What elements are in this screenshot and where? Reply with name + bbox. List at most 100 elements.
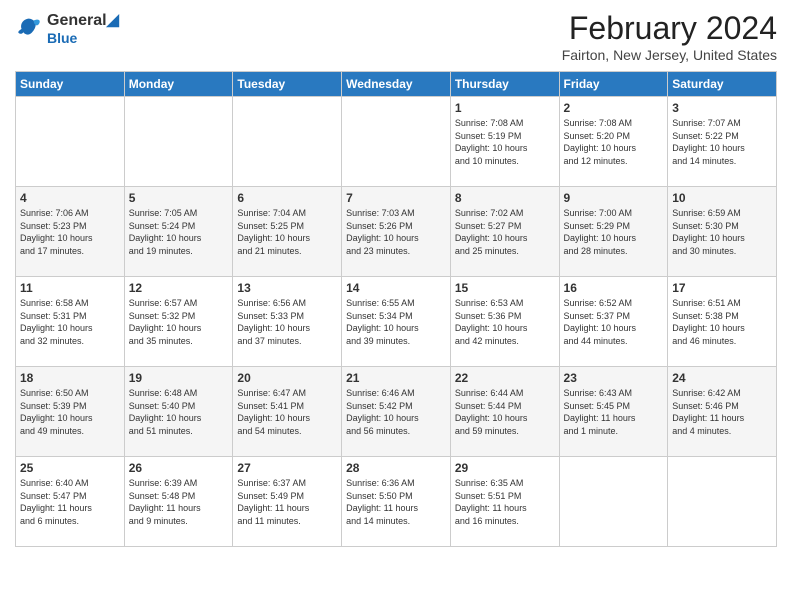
logo-text: General◢ Blue [47,10,119,46]
day-info: Sunrise: 7:03 AM Sunset: 5:26 PM Dayligh… [346,207,446,257]
day-number: 19 [129,371,229,385]
day-number: 1 [455,101,555,115]
calendar-cell: 11 Sunrise: 6:58 AM Sunset: 5:31 PM Dayli… [16,277,125,367]
day-info: Sunrise: 6:46 AM Sunset: 5:42 PM Dayligh… [346,387,446,437]
calendar-cell: 29Sunrise: 6:35 AM Sunset: 5:51 PM Dayli… [450,457,559,547]
day-number: 12 [129,281,229,295]
day-number: 28 [346,461,446,475]
calendar-cell: 2 Sunrise: 7:08 AM Sunset: 5:20 PM Daylig… [559,97,668,187]
calendar-cell: 17 Sunrise: 6:51 AM Sunset: 5:38 PM Dayli… [668,277,777,367]
month-title: February 2024 [562,10,777,47]
calendar-cell: 15 Sunrise: 6:53 AM Sunset: 5:36 PM Dayli… [450,277,559,367]
week-row-4: 18 Sunrise: 6:50 AM Sunset: 5:39 PM Dayli… [16,367,777,457]
day-number: 21 [346,371,446,385]
calendar-cell [342,97,451,187]
calendar-cell: 7 Sunrise: 7:03 AM Sunset: 5:26 PM Daylig… [342,187,451,277]
day-header-wednesday: Wednesday [342,72,451,97]
calendar-cell: 18 Sunrise: 6:50 AM Sunset: 5:39 PM Dayli… [16,367,125,457]
day-number: 10 [672,191,772,205]
calendar-cell: 21 Sunrise: 6:46 AM Sunset: 5:42 PM Dayli… [342,367,451,457]
day-header-monday: Monday [124,72,233,97]
day-number: 3 [672,101,772,115]
calendar-cell [559,457,668,547]
day-info: Sunrise: 6:43 AM Sunset: 5:45 PM Dayligh… [564,387,664,437]
day-info: Sunrise: 6:58 AM Sunset: 5:31 PM Dayligh… [20,297,120,347]
day-number: 23 [564,371,664,385]
calendar-cell [16,97,125,187]
day-info: Sunrise: 7:08 AM Sunset: 5:19 PM Dayligh… [455,117,555,167]
day-info: Sunrise: 6:36 AM Sunset: 5:50 PM Dayligh… [346,477,446,527]
day-number: 5 [129,191,229,205]
page-header: General◢ Blue February 2024 Fairton, New… [15,10,777,63]
day-info: Sunrise: 7:06 AM Sunset: 5:23 PM Dayligh… [20,207,120,257]
calendar-cell: 5Sunrise: 7:05 AM Sunset: 5:24 PM Daylig… [124,187,233,277]
calendar-cell: 24 Sunrise: 6:42 AM Sunset: 5:46 PM Dayli… [668,367,777,457]
calendar-cell: 9 Sunrise: 7:00 AM Sunset: 5:29 PM Daylig… [559,187,668,277]
calendar-cell: 10Sunrise: 6:59 AM Sunset: 5:30 PM Dayli… [668,187,777,277]
day-info: Sunrise: 6:52 AM Sunset: 5:37 PM Dayligh… [564,297,664,347]
calendar-cell: 22 Sunrise: 6:44 AM Sunset: 5:44 PM Dayli… [450,367,559,457]
day-info: Sunrise: 6:39 AM Sunset: 5:48 PM Dayligh… [129,477,229,527]
calendar-cell: 19 Sunrise: 6:48 AM Sunset: 5:40 PM Dayli… [124,367,233,457]
day-header-thursday: Thursday [450,72,559,97]
day-number: 15 [455,281,555,295]
day-info: Sunrise: 7:02 AM Sunset: 5:27 PM Dayligh… [455,207,555,257]
day-info: Sunrise: 6:42 AM Sunset: 5:46 PM Dayligh… [672,387,772,437]
calendar-cell: 26 Sunrise: 6:39 AM Sunset: 5:48 PM Dayli… [124,457,233,547]
calendar-cell: 4Sunrise: 7:06 AM Sunset: 5:23 PM Daylig… [16,187,125,277]
day-info: Sunrise: 6:51 AM Sunset: 5:38 PM Dayligh… [672,297,772,347]
day-number: 11 [20,281,120,295]
week-row-2: 4Sunrise: 7:06 AM Sunset: 5:23 PM Daylig… [16,187,777,277]
day-number: 13 [237,281,337,295]
day-info: Sunrise: 6:35 AM Sunset: 5:51 PM Dayligh… [455,477,555,527]
calendar-cell: 16Sunrise: 6:52 AM Sunset: 5:37 PM Dayli… [559,277,668,367]
week-row-5: 25 Sunrise: 6:40 AM Sunset: 5:47 PM Dayli… [16,457,777,547]
calendar-cell: 25 Sunrise: 6:40 AM Sunset: 5:47 PM Dayli… [16,457,125,547]
calendar-cell: 3 Sunrise: 7:07 AM Sunset: 5:22 PM Daylig… [668,97,777,187]
day-number: 17 [672,281,772,295]
day-info: Sunrise: 7:04 AM Sunset: 5:25 PM Dayligh… [237,207,337,257]
day-info: Sunrise: 6:48 AM Sunset: 5:40 PM Dayligh… [129,387,229,437]
day-info: Sunrise: 6:57 AM Sunset: 5:32 PM Dayligh… [129,297,229,347]
day-info: Sunrise: 6:56 AM Sunset: 5:33 PM Dayligh… [237,297,337,347]
calendar-cell: 28 Sunrise: 6:36 AM Sunset: 5:50 PM Dayli… [342,457,451,547]
day-number: 18 [20,371,120,385]
location-subtitle: Fairton, New Jersey, United States [562,47,777,63]
day-number: 24 [672,371,772,385]
calendar-cell: 12 Sunrise: 6:57 AM Sunset: 5:32 PM Dayli… [124,277,233,367]
day-header-friday: Friday [559,72,668,97]
day-info: Sunrise: 6:47 AM Sunset: 5:41 PM Dayligh… [237,387,337,437]
logo-icon [15,14,43,42]
day-number: 26 [129,461,229,475]
day-info: Sunrise: 6:53 AM Sunset: 5:36 PM Dayligh… [455,297,555,347]
day-number: 2 [564,101,664,115]
title-area: February 2024 Fairton, New Jersey, Unite… [562,10,777,63]
day-info: Sunrise: 6:50 AM Sunset: 5:39 PM Dayligh… [20,387,120,437]
calendar-cell [668,457,777,547]
calendar-cell [124,97,233,187]
day-header-sunday: Sunday [16,72,125,97]
calendar-cell: 14Sunrise: 6:55 AM Sunset: 5:34 PM Dayli… [342,277,451,367]
day-number: 27 [237,461,337,475]
day-number: 22 [455,371,555,385]
calendar-cell: 27 Sunrise: 6:37 AM Sunset: 5:49 PM Dayli… [233,457,342,547]
day-number: 7 [346,191,446,205]
day-header-saturday: Saturday [668,72,777,97]
week-row-3: 11 Sunrise: 6:58 AM Sunset: 5:31 PM Dayli… [16,277,777,367]
calendar-cell: 1 Sunrise: 7:08 AM Sunset: 5:19 PM Daylig… [450,97,559,187]
calendar-cell: 13 Sunrise: 6:56 AM Sunset: 5:33 PM Dayli… [233,277,342,367]
calendar-cell: 20 Sunrise: 6:47 AM Sunset: 5:41 PM Dayli… [233,367,342,457]
day-info: Sunrise: 6:44 AM Sunset: 5:44 PM Dayligh… [455,387,555,437]
day-info: Sunrise: 7:07 AM Sunset: 5:22 PM Dayligh… [672,117,772,167]
day-number: 20 [237,371,337,385]
day-info: Sunrise: 7:00 AM Sunset: 5:29 PM Dayligh… [564,207,664,257]
day-number: 25 [20,461,120,475]
day-info: Sunrise: 6:40 AM Sunset: 5:47 PM Dayligh… [20,477,120,527]
day-number: 9 [564,191,664,205]
day-info: Sunrise: 7:08 AM Sunset: 5:20 PM Dayligh… [564,117,664,167]
calendar-cell: 8Sunrise: 7:02 AM Sunset: 5:27 PM Daylig… [450,187,559,277]
day-number: 6 [237,191,337,205]
day-header-tuesday: Tuesday [233,72,342,97]
day-info: Sunrise: 6:37 AM Sunset: 5:49 PM Dayligh… [237,477,337,527]
calendar-cell [233,97,342,187]
